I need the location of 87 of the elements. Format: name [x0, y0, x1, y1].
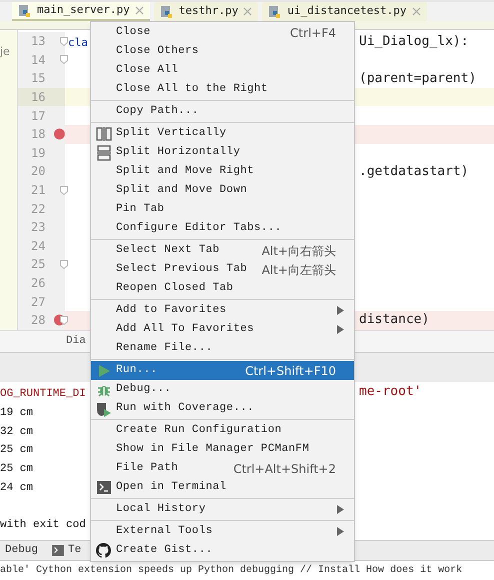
status-text: able' Cython extension speeds up Python debugging // Install How does it work	[0, 564, 462, 578]
line-number: 24	[31, 238, 46, 255]
menu-item[interactable]: Debug...	[91, 380, 354, 399]
line-number: 13	[31, 33, 46, 50]
tool-window-tab[interactable]: Debug	[5, 542, 38, 559]
project-panel-text: je	[0, 45, 10, 58]
close-icon[interactable]	[412, 7, 421, 16]
console-text: with exit cod	[0, 519, 86, 532]
console-text: 25 cm	[0, 444, 34, 456]
menu-item[interactable]: Close All	[91, 61, 354, 80]
line-number: 18	[31, 126, 46, 144]
code-text: distance)	[359, 311, 430, 330]
menu-item[interactable]: External Tools	[91, 522, 354, 541]
menu-item[interactable]: Run with Coverage...	[91, 399, 354, 418]
shield-play-icon	[96, 400, 112, 416]
submenu-arrow-icon	[337, 505, 344, 514]
fold-marker-icon[interactable]	[60, 186, 68, 195]
line-number: 17	[31, 108, 46, 125]
line-number: 25	[31, 256, 46, 274]
code-text: Ui_Dialog_lx):	[359, 32, 469, 51]
console-text: me-root'	[359, 382, 422, 401]
line-number: 26	[31, 275, 46, 292]
menu-item[interactable]: Add All To Favorites	[91, 320, 354, 339]
fold-marker-icon[interactable]	[60, 36, 68, 46]
menu-item[interactable]: Split Horizontally	[91, 143, 354, 162]
submenu-arrow-icon	[337, 306, 344, 315]
menu-item[interactable]: Pin Tab	[91, 200, 354, 219]
line-number: 22	[31, 200, 46, 218]
menu-item[interactable]: Open in Terminal	[91, 478, 354, 497]
close-icon[interactable]	[134, 6, 144, 15]
terminal-icon	[96, 481, 110, 494]
menu-item[interactable]: Rename File...	[91, 339, 354, 358]
line-number: 28	[31, 312, 46, 330]
submenu-arrow-icon	[337, 527, 344, 536]
menu-item[interactable]: Run... Ctrl+Shift+F10	[91, 361, 354, 380]
line-number: 15	[31, 70, 46, 88]
menu-item[interactable]: Close Others	[91, 42, 354, 61]
fold-marker-icon[interactable]	[60, 260, 68, 269]
menu-item[interactable]: Add to Favorites	[91, 301, 354, 320]
menu-item[interactable]: Close Ctrl+F4	[91, 23, 354, 42]
code-text: .getdatastart)	[359, 162, 469, 181]
code-text: cla	[68, 36, 88, 50]
fold-marker-icon[interactable]	[60, 55, 68, 64]
close-icon[interactable]	[243, 7, 252, 16]
menu-item[interactable]: Split Vertically	[91, 124, 354, 143]
menu-item[interactable]: Create Gist...	[91, 541, 354, 560]
line-number: 14	[31, 52, 46, 69]
line-number: 27	[31, 294, 46, 311]
menu-item[interactable]: Create Run Configuration	[91, 421, 354, 440]
line-number: 21	[31, 182, 46, 200]
menu-item[interactable]: Select Next Tab Alt+向右箭头	[91, 241, 354, 260]
menu-item[interactable]: Split and Move Right	[91, 162, 354, 181]
breadcrumb[interactable]: Dia	[66, 333, 86, 350]
console-text: OG_RUNTIME_DI	[0, 388, 86, 400]
editor-tab[interactable]: ui_distancetest.py	[262, 2, 427, 21]
editor-tab[interactable]: testhr.py	[154, 2, 258, 21]
python-file-icon	[268, 4, 282, 18]
submenu-arrow-icon	[337, 325, 344, 334]
menu-item[interactable]: Close All to the Right	[91, 80, 354, 99]
console-text: 24 cm	[0, 482, 34, 494]
python-file-icon	[160, 4, 174, 18]
fold-marker-icon[interactable]	[60, 316, 68, 325]
console-text: 19 cm	[0, 407, 34, 420]
console-text: 32 cm	[0, 426, 34, 438]
menu-item[interactable]: File Path Ctrl+Alt+Shift+2	[91, 459, 354, 478]
menu-item[interactable]: Show in File Manager PCManFM	[91, 440, 354, 459]
line-number: 16	[31, 89, 46, 106]
line-number: 19	[31, 144, 46, 162]
menu-item[interactable]: Copy Path...	[91, 102, 354, 121]
octocat-icon	[96, 543, 111, 558]
code-text: (parent=parent)	[359, 70, 476, 88]
menu-item[interactable]: Configure Editor Tabs...	[91, 219, 354, 238]
editor-tab[interactable]: main_server.py	[12, 2, 150, 21]
breakpoint-icon[interactable]	[54, 128, 65, 140]
menu-item[interactable]: Local History	[91, 500, 354, 519]
play-icon	[96, 364, 110, 378]
tool-window-tab[interactable]: Te	[52, 542, 82, 559]
line-number: 23	[31, 219, 46, 236]
menu-item[interactable]: Reopen Closed Tab	[91, 279, 354, 298]
menu-item[interactable]: Split and Move Down	[91, 181, 354, 200]
console-text: 25 cm	[0, 463, 34, 476]
split-vertical-icon	[96, 126, 112, 142]
terminal-icon	[52, 545, 64, 556]
menu-item[interactable]: Select Previous Tab Alt+向左箭头	[91, 260, 354, 279]
line-number: 20	[31, 163, 46, 180]
python-file-icon	[18, 4, 32, 18]
split-horizontal-icon	[96, 144, 112, 160]
